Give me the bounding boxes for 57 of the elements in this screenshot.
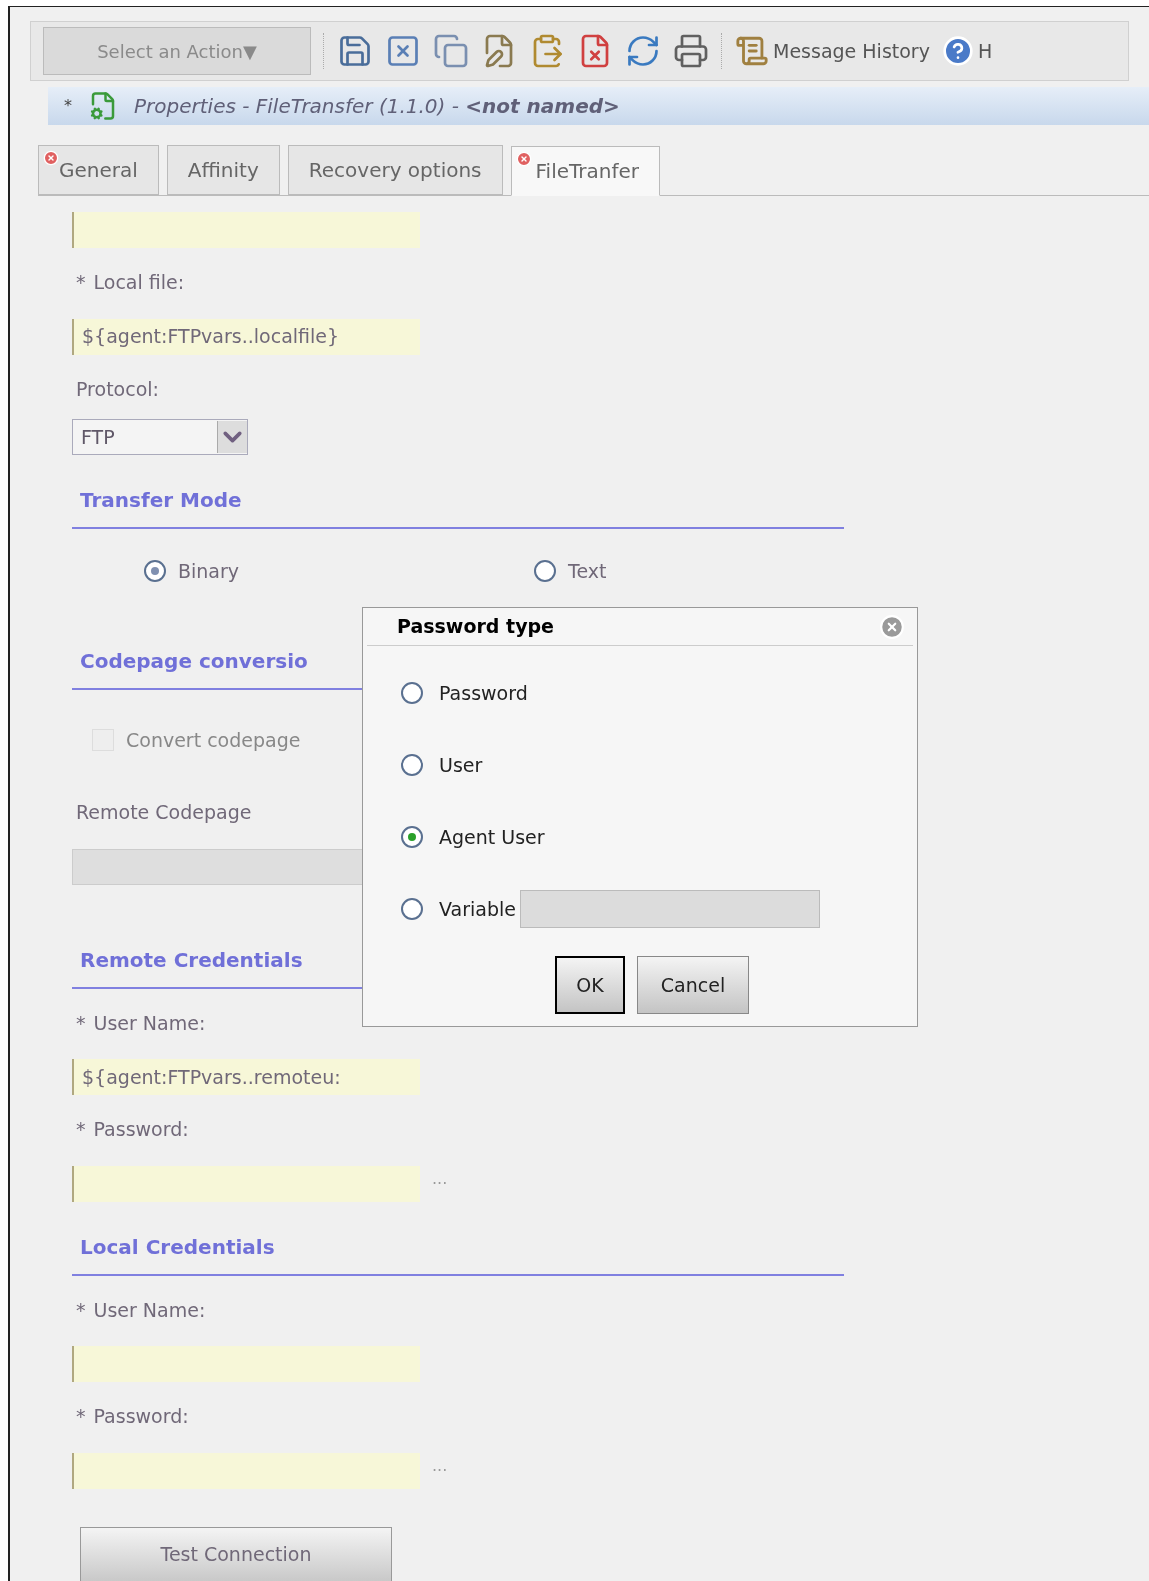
radio-button[interactable] <box>534 560 556 583</box>
save-icon[interactable] <box>337 33 373 69</box>
required-mark: * <box>76 1010 86 1036</box>
section-heading: Transfer Mode <box>80 488 242 512</box>
section-heading: Codepage conversio <box>80 648 308 673</box>
field-label: Password: <box>93 1117 189 1142</box>
dialog-button[interactable]: OK <box>555 956 625 1014</box>
message-history-button[interactable]: Message History <box>735 33 930 69</box>
text-field[interactable]: ${agent:FTPvars..localfile} <box>72 318 420 355</box>
section-heading: Local Credentials <box>80 1234 275 1259</box>
help-button[interactable]: H <box>941 35 993 67</box>
text-field[interactable] <box>72 1346 420 1382</box>
radio-button[interactable] <box>401 682 423 704</box>
radio-label: Binary <box>178 559 240 584</box>
dialog-button[interactable]: Cancel <box>637 956 749 1014</box>
radio-button[interactable] <box>144 560 166 583</box>
required-mark: * <box>76 270 86 295</box>
browse-ellipsis[interactable]: ··· <box>432 1458 448 1483</box>
field-label: Password: <box>93 1404 189 1429</box>
refresh-icon[interactable] <box>625 33 661 69</box>
protocol-dropdown[interactable]: FTP <box>72 419 248 455</box>
radio-label: Password <box>439 680 528 706</box>
help-icon <box>941 35 974 67</box>
field-label: User Name: <box>93 1297 206 1323</box>
required-mark: * <box>76 1297 86 1323</box>
modified-mark: * <box>64 95 72 117</box>
checkbox-label: Convert codepage <box>126 727 301 753</box>
tab[interactable]: FileTranfer <box>510 146 660 196</box>
close-icon[interactable] <box>879 613 905 640</box>
radio-label: Variable <box>439 896 516 922</box>
browse-ellipsis[interactable]: ··· <box>432 1171 448 1196</box>
tab[interactable]: General <box>38 145 159 195</box>
radio-label: Agent User <box>439 824 545 850</box>
required-mark: * <box>76 1404 86 1429</box>
radio-button[interactable] <box>401 754 423 776</box>
text-field[interactable] <box>72 1165 420 1202</box>
window-title: Properties - FileTransfer (1.1.0) - <not named> <box>134 93 620 120</box>
dialog-title: Password type <box>397 614 554 640</box>
text-field[interactable]: ${agent:FTPvars..remoteu: <box>72 1059 420 1095</box>
field-label: Remote Codepage <box>76 800 252 825</box>
copy-icon[interactable] <box>433 33 469 69</box>
field-label: Local file: <box>93 270 185 295</box>
radio-label: Text <box>568 559 607 584</box>
text-field[interactable] <box>72 212 420 248</box>
radio-button[interactable] <box>401 898 423 920</box>
radio-button[interactable] <box>401 826 423 848</box>
field-label: Protocol: <box>76 376 159 402</box>
print-icon[interactable] <box>673 33 709 69</box>
close-icon[interactable] <box>385 33 421 69</box>
section-heading: Remote Credentials <box>80 947 303 972</box>
test-connection-button[interactable]: Test Connection <box>80 1526 392 1581</box>
tab[interactable]: Recovery options <box>287 145 503 195</box>
required-mark: * <box>76 1117 86 1142</box>
field-label: User Name: <box>93 1010 206 1036</box>
tab[interactable]: Affinity <box>166 145 280 195</box>
radio-label: User <box>439 752 483 778</box>
text-field[interactable] <box>72 1452 420 1489</box>
